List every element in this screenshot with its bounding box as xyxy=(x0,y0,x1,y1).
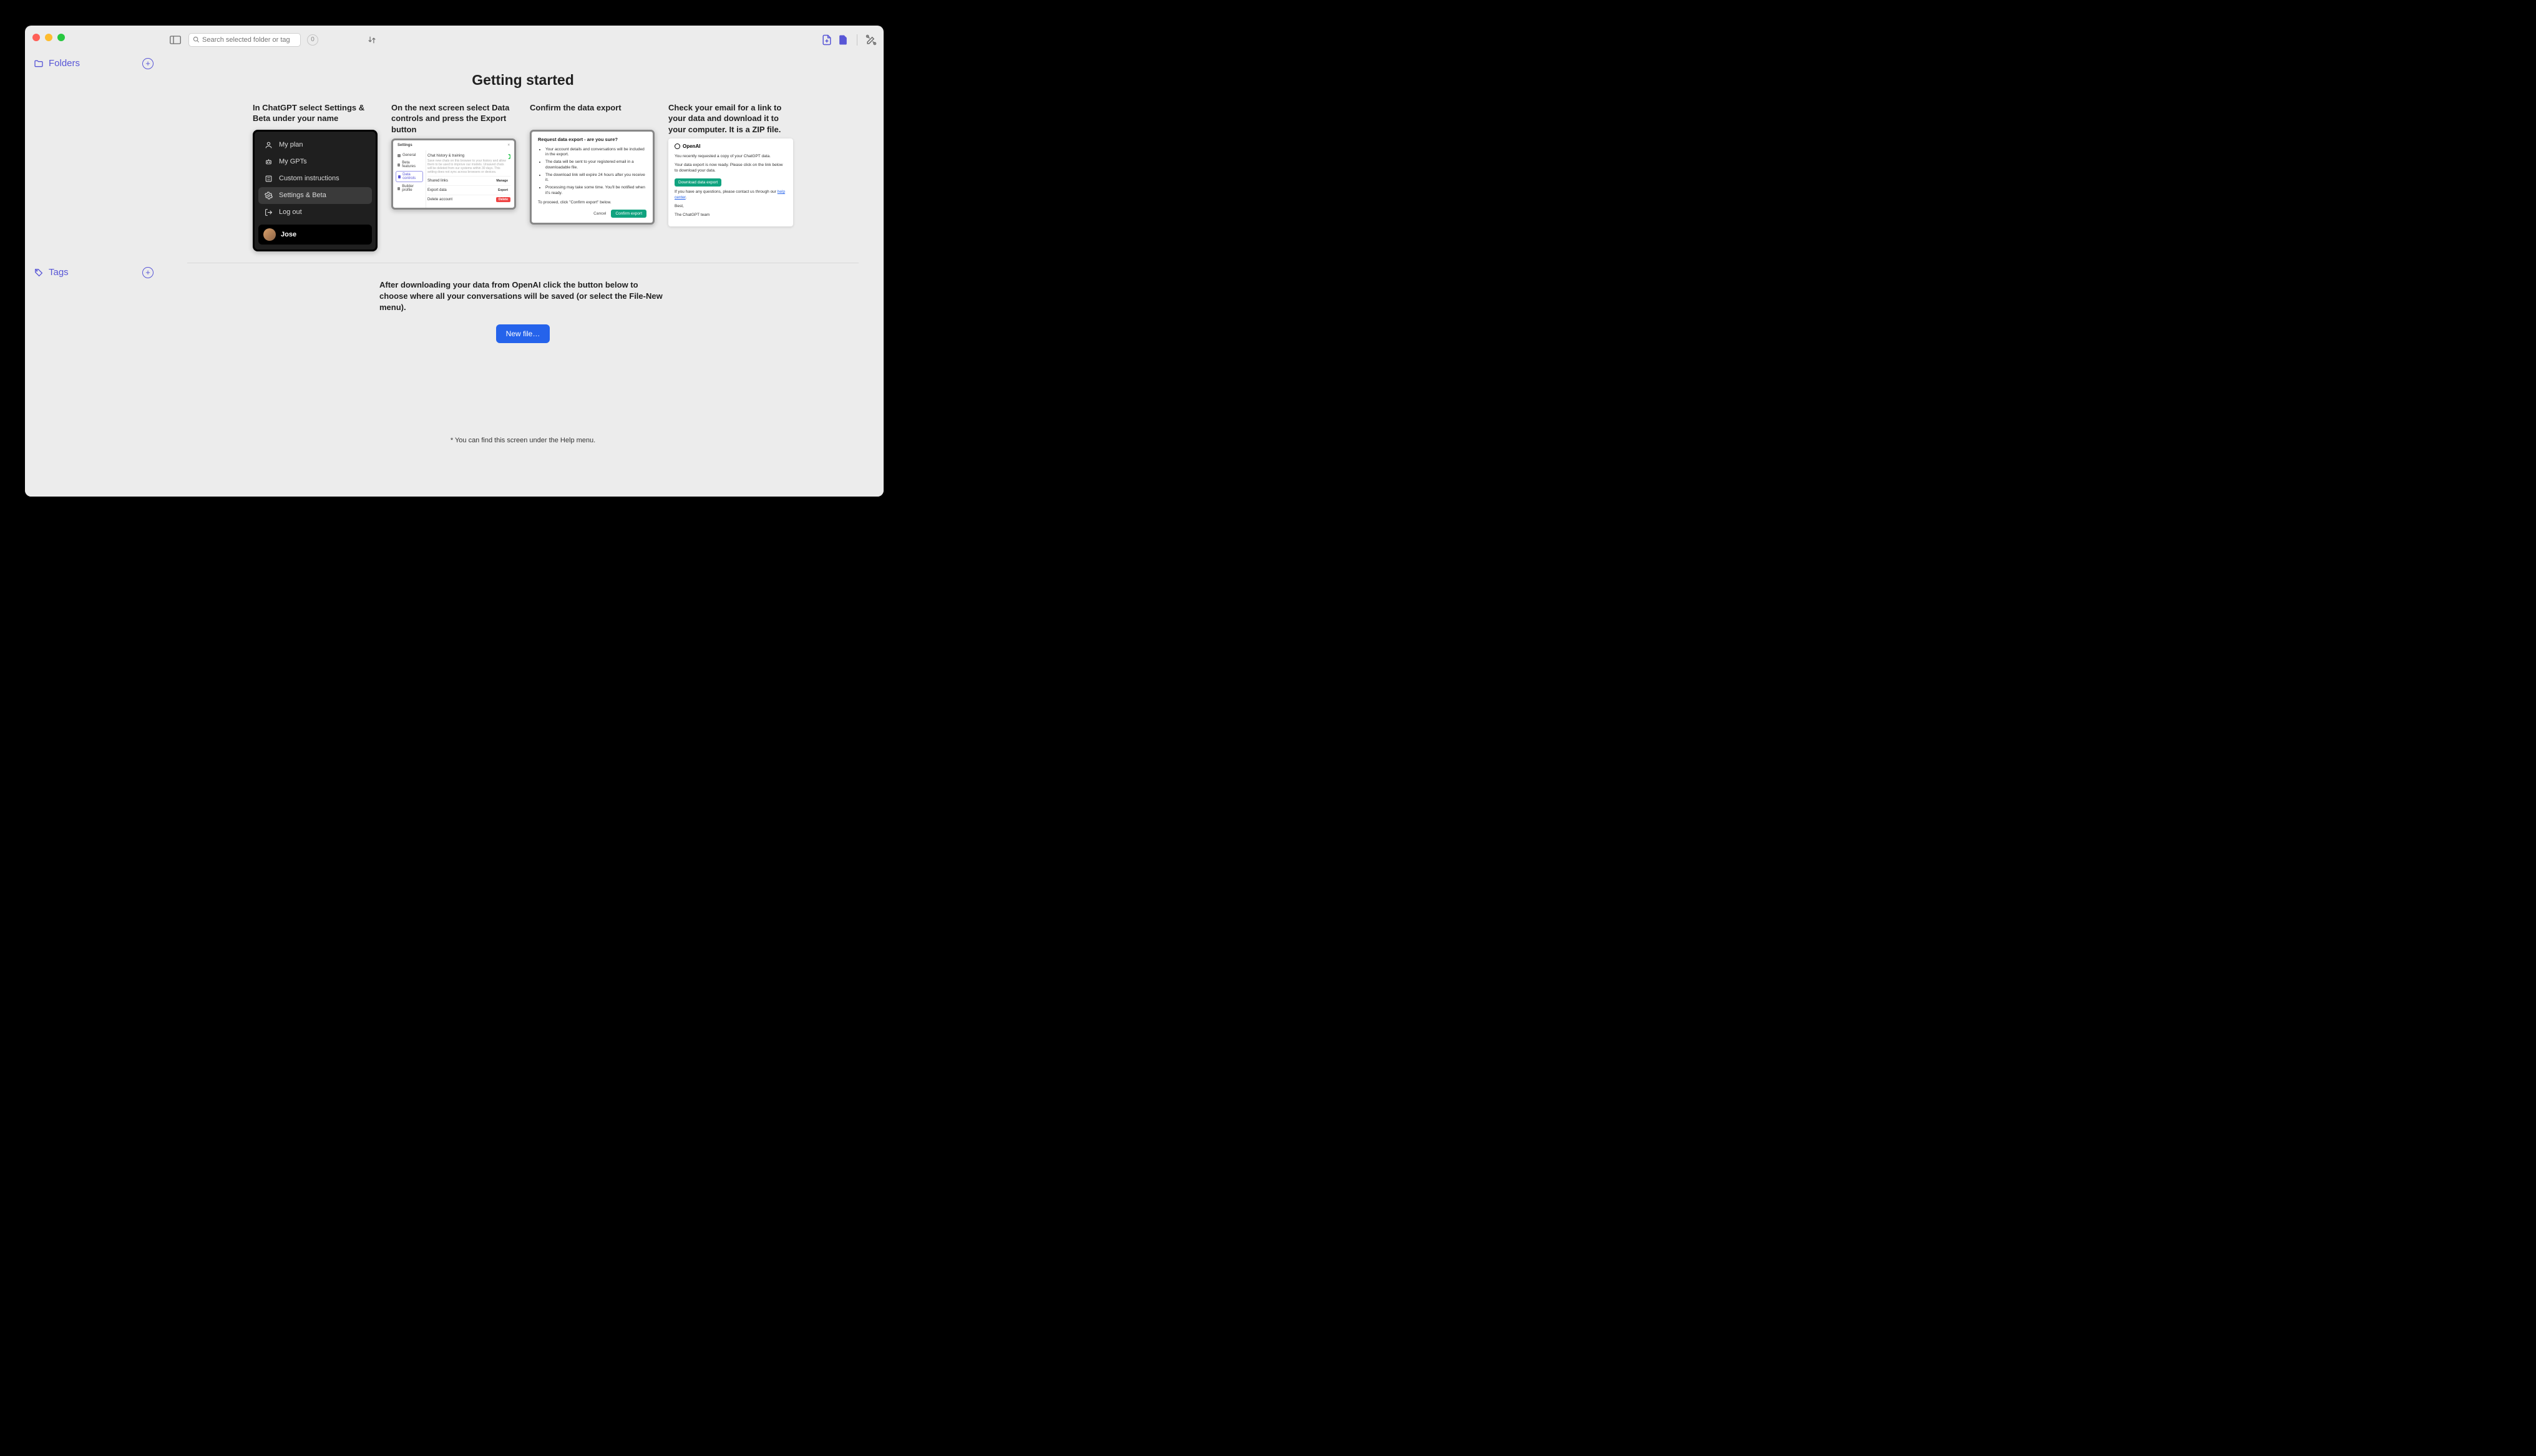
toggle-icon xyxy=(508,154,510,159)
search-field[interactable] xyxy=(188,33,301,47)
sidebar-toggle-icon xyxy=(170,36,181,44)
menu-item: Custom instructions xyxy=(258,170,372,187)
confirm-bullets: Your account details and conversations w… xyxy=(538,147,646,197)
tools-icon xyxy=(865,34,877,46)
app-window: Folders + Tags + xyxy=(25,26,884,497)
menu-item-highlighted: Settings & Beta xyxy=(258,187,372,204)
menu-item: Log out xyxy=(258,204,372,221)
sliders-icon xyxy=(265,175,273,183)
tag-icon xyxy=(34,268,44,278)
after-text: After downloading your data from OpenAI … xyxy=(379,279,666,314)
add-folder-button[interactable]: + xyxy=(142,58,154,69)
after-section: After downloading your data from OpenAI … xyxy=(379,279,666,344)
footnote: * You can find this screen under the Hel… xyxy=(187,437,859,444)
step-4-figure: OpenAI You recently requested a copy of … xyxy=(668,138,793,226)
tools-button[interactable] xyxy=(865,34,877,46)
steps-row: In ChatGPT select Settings & Beta under … xyxy=(187,102,859,251)
menu-user: Jose xyxy=(258,225,372,245)
step-1: In ChatGPT select Settings & Beta under … xyxy=(253,102,378,251)
document-icon xyxy=(837,34,849,46)
search-input[interactable] xyxy=(202,36,296,44)
toggle-sidebar-button[interactable] xyxy=(168,34,182,46)
search-icon xyxy=(193,36,200,43)
sidebar-tags-header[interactable]: Tags + xyxy=(25,263,162,282)
page-title: Getting started xyxy=(187,72,859,89)
sort-button[interactable] xyxy=(365,34,379,46)
cancel-label: Cancel xyxy=(593,211,606,216)
logout-icon xyxy=(265,208,273,216)
openai-logo-icon xyxy=(675,143,680,149)
gear-icon xyxy=(265,192,273,200)
settings-nav-item: Beta features xyxy=(396,160,423,170)
close-icon: × xyxy=(507,143,510,147)
step-3-figure: Request data export - are you sure? Your… xyxy=(530,130,655,225)
step-2-title: On the next screen select Data controls … xyxy=(391,102,516,135)
minimize-window-button[interactable] xyxy=(45,34,52,41)
confirm-export-label: Confirm export xyxy=(611,210,646,218)
settings-nav-item-selected: Data controls xyxy=(396,171,423,182)
add-tag-button[interactable]: + xyxy=(142,267,154,278)
sidebar-folders-label: Folders xyxy=(49,58,80,69)
step-1-figure: My plan My GPTs Custom instructions Sett… xyxy=(253,130,378,251)
window-controls xyxy=(32,34,65,41)
step-2-figure: Settings× General Beta features Data con… xyxy=(391,138,516,210)
settings-nav-item: Builder profile xyxy=(396,183,423,193)
menu-item: My GPTs xyxy=(258,153,372,170)
settings-nav-item: General xyxy=(396,152,423,158)
sort-icon xyxy=(368,36,376,44)
toolbar: 0 xyxy=(162,31,884,49)
document-plus-icon xyxy=(821,34,833,46)
sidebar-folders-header[interactable]: Folders + xyxy=(25,54,162,73)
sidebar-tags-label: Tags xyxy=(49,267,69,278)
download-export-label: Download data export xyxy=(675,178,721,187)
step-4: Check your email for a link to your data… xyxy=(668,102,793,251)
folder-icon xyxy=(34,59,44,69)
step-1-title: In ChatGPT select Settings & Beta under … xyxy=(253,102,378,126)
content: Getting started In ChatGPT select Settin… xyxy=(162,53,884,497)
step-4-title: Check your email for a link to your data… xyxy=(668,102,793,135)
menu-item: My plan xyxy=(258,137,372,153)
user-name: Jose xyxy=(281,231,296,238)
search-count-badge: 0 xyxy=(307,34,318,46)
step-2: On the next screen select Data controls … xyxy=(391,102,516,251)
zoom-window-button[interactable] xyxy=(57,34,65,41)
document-button[interactable] xyxy=(837,34,849,46)
step-3-title: Confirm the data export xyxy=(530,102,655,126)
robot-icon xyxy=(265,158,273,166)
user-icon xyxy=(265,141,273,149)
new-file-button[interactable]: New file… xyxy=(496,324,550,343)
close-window-button[interactable] xyxy=(32,34,40,41)
avatar xyxy=(263,228,276,241)
main-area: 0 xyxy=(162,49,884,497)
new-document-button[interactable] xyxy=(821,34,833,46)
step-3: Confirm the data export Request data exp… xyxy=(530,102,655,251)
sidebar: Folders + Tags + xyxy=(25,49,162,497)
